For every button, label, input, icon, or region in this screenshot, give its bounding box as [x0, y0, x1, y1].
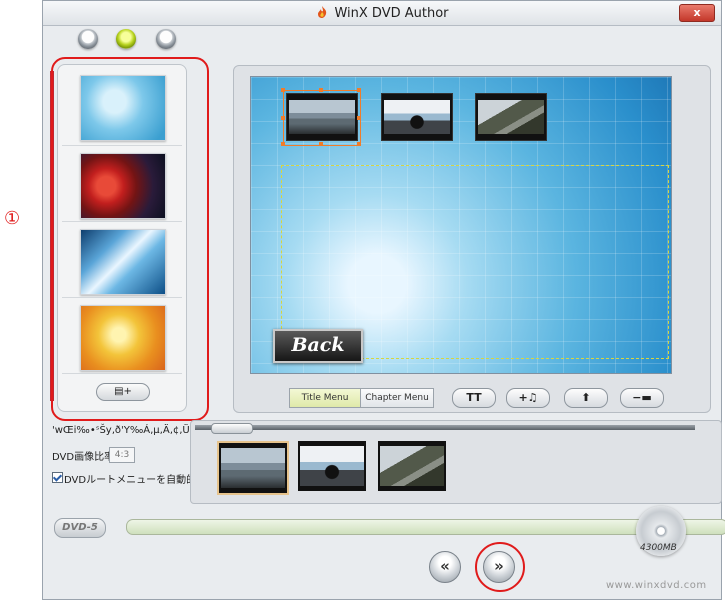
resize-handle[interactable] [319, 142, 323, 146]
root-menu-checkbox[interactable] [52, 472, 63, 483]
resize-handle[interactable] [319, 88, 323, 92]
flame-logo-icon [318, 6, 327, 18]
footer-url: www.winxdvd.com [606, 580, 707, 591]
resize-handle[interactable] [357, 116, 361, 120]
annotation-1: ① [4, 208, 21, 229]
strip-thumb-3[interactable] [378, 441, 446, 491]
remove-button[interactable]: −▬ [620, 388, 664, 408]
back-button-preview[interactable]: Back [273, 329, 363, 363]
dvd-format-label[interactable]: DVD-5 [54, 518, 106, 538]
step-circle-2[interactable] [116, 29, 136, 49]
aspect-ratio-field[interactable]: 4:3 [109, 447, 135, 463]
disc-size-label: 4300MB [640, 543, 677, 553]
window-title: WinX DVD Author [334, 6, 449, 21]
chapter-thumb-2[interactable] [381, 93, 453, 141]
upload-button[interactable]: ⬆ [564, 388, 608, 408]
strip-thumb-2[interactable] [298, 441, 366, 491]
step-circle-3[interactable] [156, 29, 176, 49]
add-music-button[interactable]: +♫ [506, 388, 550, 408]
highlight-circle-next [475, 542, 525, 592]
strip-slider-thumb[interactable] [211, 423, 253, 434]
add-text-button[interactable]: TT [452, 388, 496, 408]
highlight-oval-background-list [51, 57, 209, 421]
close-button[interactable]: x [679, 4, 715, 22]
aspect-ratio-label: DVD画像比率 [52, 452, 115, 463]
menu-canvas[interactable]: Back [250, 76, 672, 374]
resize-handle[interactable] [357, 142, 361, 146]
resize-handle[interactable] [357, 88, 361, 92]
chapter-thumb-3[interactable] [475, 93, 547, 141]
strip-thumb-1[interactable] [217, 441, 289, 495]
strip-slider-track[interactable] [195, 425, 695, 430]
resize-handle[interactable] [281, 142, 285, 146]
tab-title-menu[interactable]: Title Menu [289, 388, 361, 408]
menu-preview-frame: Back Title Menu Chapter Menu TT +♫ ⬆ −▬ [233, 65, 711, 413]
title-bar: WinX DVD Author x [43, 1, 721, 26]
menu-toolbar: Title Menu Chapter Menu TT +♫ ⬆ −▬ [234, 384, 710, 412]
previous-step-button[interactable]: « [429, 551, 461, 583]
chapter-strip-panel [190, 420, 722, 504]
tab-chapter-menu[interactable]: Chapter Menu [360, 388, 434, 408]
selection-box[interactable] [281, 88, 361, 146]
step-circle-1[interactable] [78, 29, 98, 49]
resize-handle[interactable] [281, 116, 285, 120]
resize-handle[interactable] [281, 88, 285, 92]
